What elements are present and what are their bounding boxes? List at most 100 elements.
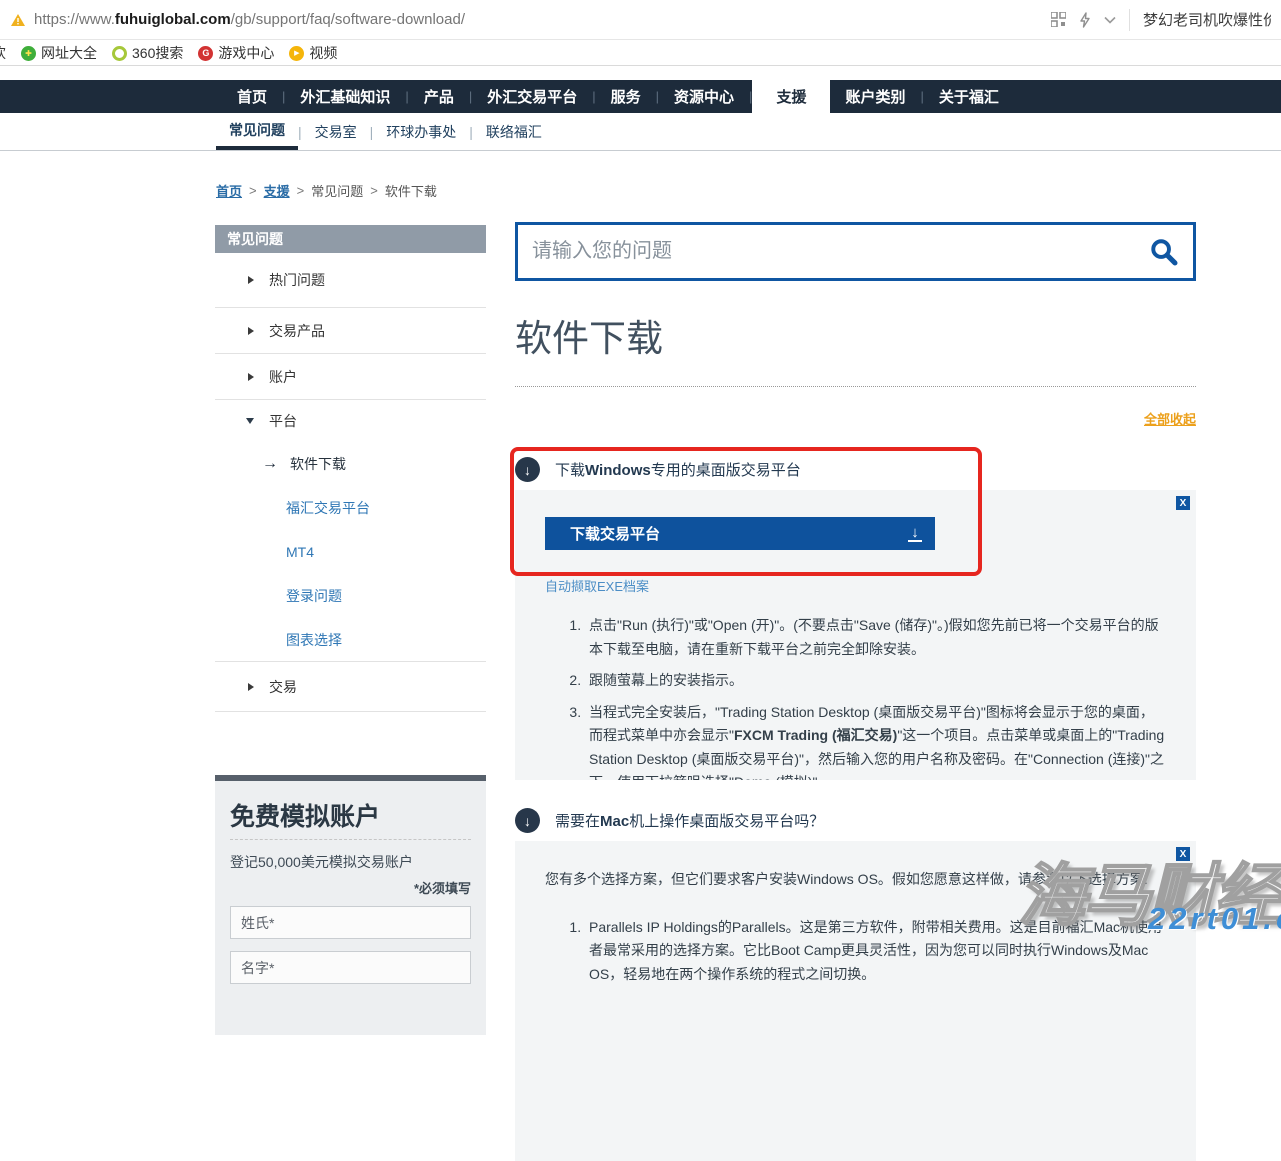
down-arrow-glyph: ↓	[911, 526, 919, 539]
list-item: 跟随萤幕上的安装指示。	[585, 669, 1166, 693]
demo-box-subtitle: 登记50,000美元模拟交易账户	[230, 852, 471, 872]
sidebar-subitem-login-issues[interactable]: 登录问题	[215, 574, 486, 618]
sidebar-item-account[interactable]: 账户	[215, 354, 486, 400]
list-item: 当程式完全安装后，"Trading Station Desktop (桌面版交易…	[585, 701, 1166, 780]
bookmark-sites[interactable]: 网址大全	[21, 43, 97, 63]
nav-item-home[interactable]: 首页	[222, 80, 282, 113]
game-icon	[198, 46, 213, 61]
lightning-icon[interactable]	[1079, 12, 1091, 28]
collapse-arrow-icon: ↓	[515, 457, 540, 482]
chevron-right-icon	[248, 327, 254, 335]
sidebar-title: 常见问题	[215, 225, 486, 253]
sidebar-subitem-label: 福汇交易平台	[286, 498, 370, 518]
sidebar-item-label: 平台	[269, 411, 297, 431]
main-navigation: 首页 | 外汇基础知识 | 产品 | 外汇交易平台 | 服务 | 资源中心 | …	[0, 80, 1281, 113]
sidebar-item-label: 热门问题	[269, 270, 325, 290]
faq2-accordion-header[interactable]: ↓ 需要在Mac机上操作桌面版交易平台吗？	[515, 808, 1196, 833]
sidebar-item-trading[interactable]: 交易	[215, 662, 486, 712]
bookmark-360-search[interactable]: 360搜索	[112, 43, 183, 63]
close-icon[interactable]: X	[1176, 847, 1190, 861]
bookmark-label: 视频	[309, 43, 337, 63]
exe-auto-fetch-link[interactable]: 自动撷取EXE档案	[545, 576, 649, 595]
download-button-label: 下载交易平台	[570, 523, 660, 544]
sidebar-subitem-chart-options[interactable]: 图表选择	[215, 618, 486, 662]
nav-item-services[interactable]: 服务	[596, 80, 656, 113]
breadcrumb-software-download: 软件下载	[385, 181, 437, 200]
list-item: 点击"Run (执行)"或"Open (开)"。(不要点击"Save (储存)"…	[585, 614, 1166, 661]
sidebar-subitem-label: 登录问题	[286, 586, 342, 606]
faq1-accordion-header[interactable]: ↓ 下载Windows专用的桌面版交易平台	[515, 457, 1196, 482]
breadcrumb-home[interactable]: 首页	[216, 181, 242, 200]
sidebar-subitem-label: 软件下载	[290, 454, 346, 474]
hot-search-ticker[interactable]: 梦幻老司机吹爆性价比	[1143, 9, 1271, 30]
subnav-item-contact-fxcm[interactable]: 联络福汇	[473, 113, 555, 150]
bookmark-game-center[interactable]: 游戏中心	[198, 43, 274, 63]
nav-item-forex-basics[interactable]: 外汇基础知识	[285, 80, 405, 113]
last-name-field[interactable]	[230, 906, 471, 939]
first-name-field[interactable]	[230, 951, 471, 984]
breadcrumb: 首页 > 支援 > 常见问题 > 软件下载	[216, 181, 437, 200]
chevron-down-icon[interactable]	[1104, 16, 1116, 24]
chevron-right-icon	[248, 683, 254, 691]
sidebar-item-trading-products[interactable]: 交易产品	[215, 308, 486, 354]
bookmark-video[interactable]: 视频	[289, 43, 337, 63]
close-icon[interactable]: X	[1176, 496, 1190, 510]
demo-box-title: 免费模拟账户	[230, 797, 471, 840]
qr-code-icon[interactable]	[1051, 12, 1066, 27]
breadcrumb-faq: 常见问题	[311, 181, 363, 200]
nav-item-products[interactable]: 产品	[409, 80, 469, 113]
page-title: 软件下载	[515, 308, 1196, 362]
faq-main-content: 软件下载 全部收起 ↓ 下载Windows专用的桌面版交易平台 X 下载交易平台…	[515, 222, 1196, 1161]
down-arrow-glyph: ↓	[524, 462, 531, 478]
nav-item-about-fxcm[interactable]: 关于福汇	[924, 80, 1014, 113]
subnav-item-global-offices[interactable]: 环球办事处	[373, 113, 469, 150]
sidebar-subitem-software-download-active[interactable]: → 软件下载	[215, 442, 486, 486]
collapse-all-link[interactable]: 全部收起	[1144, 412, 1196, 427]
download-platform-button[interactable]: 下载交易平台 ↓	[545, 517, 935, 550]
faq2-title: 需要在Mac机上操作桌面版交易平台吗？	[555, 810, 824, 831]
chevron-right-icon	[248, 373, 254, 381]
url-domain: fuhuiglobal.com	[115, 11, 231, 28]
faq-sidebar: 常见问题 热门问题 交易产品 账户 平台 → 软件下载 福汇交易平台 MT4 登…	[215, 225, 486, 712]
question-search-box	[515, 222, 1196, 281]
subnav-item-trading-room[interactable]: 交易室	[302, 113, 370, 150]
chevron-right-icon	[248, 276, 254, 284]
browser-address-bar: https://www.fuhuiglobal.com/gb/support/f…	[0, 0, 1281, 40]
sidebar-subitem-mt4[interactable]: MT4	[215, 530, 486, 574]
search-input[interactable]	[532, 240, 1149, 263]
search-ring-icon	[112, 46, 127, 61]
breadcrumb-support[interactable]: 支援	[264, 181, 290, 200]
faq1-title: 下载Windows专用的桌面版交易平台	[555, 459, 801, 480]
nav-item-resources[interactable]: 资源中心	[659, 80, 749, 113]
clipped-bookmark-label[interactable]: 欢	[0, 43, 6, 63]
sidebar-item-label: 交易	[269, 677, 297, 697]
breadcrumb-separator: >	[370, 183, 378, 198]
bookmarks-bar: 欢 网址大全 360搜索 游戏中心 视频	[0, 41, 1281, 66]
bookmark-label: 360搜索	[132, 43, 183, 63]
nav-item-support-active[interactable]: 支援	[752, 80, 830, 113]
collapse-arrow-icon: ↓	[515, 808, 540, 833]
search-button[interactable]	[1149, 237, 1179, 267]
required-note: *必须填写	[230, 878, 471, 897]
sidebar-subitem-fxcm-platform[interactable]: 福汇交易平台	[215, 486, 486, 530]
url-path: /gb/support/faq/software-download/	[231, 11, 465, 28]
bookmark-label: 网址大全	[41, 43, 97, 63]
nav-item-trading-platforms[interactable]: 外汇交易平台	[472, 80, 592, 113]
dotted-divider	[515, 386, 1196, 387]
faq2-answer-panel: X 您有多个选择方案，但它们要求客户安装Windows OS。假如您愿意这样做，…	[515, 841, 1196, 1161]
chevron-down-icon	[246, 418, 254, 424]
url-prefix: https://www.	[34, 11, 115, 28]
faq1-answer-panel: X 下载交易平台 ↓ 自动撷取EXE档案 点击"Run (执行)"或"Open …	[515, 490, 1196, 780]
sites-icon	[21, 46, 36, 61]
list-item: Parallels IP Holdings的Parallels。这是第三方软件，…	[585, 916, 1166, 987]
breadcrumb-separator: >	[249, 183, 257, 198]
free-demo-account-box: 免费模拟账户 登记50,000美元模拟交易账户 *必须填写	[215, 775, 486, 1035]
sidebar-item-platform-expanded[interactable]: 平台	[215, 400, 486, 442]
download-icon: ↓	[908, 526, 922, 542]
support-sub-navigation: 常见问题 | 交易室 | 环球办事处 | 联络福汇	[0, 113, 1281, 151]
subnav-item-faq-active[interactable]: 常见问题	[216, 113, 298, 150]
url-text[interactable]: https://www.fuhuiglobal.com/gb/support/f…	[34, 11, 465, 28]
address-bar-actions: 梦幻老司机吹爆性价比	[1051, 9, 1271, 31]
nav-item-account-types[interactable]: 账户类别	[830, 80, 920, 113]
sidebar-item-hot-questions[interactable]: 热门问题	[215, 253, 486, 308]
